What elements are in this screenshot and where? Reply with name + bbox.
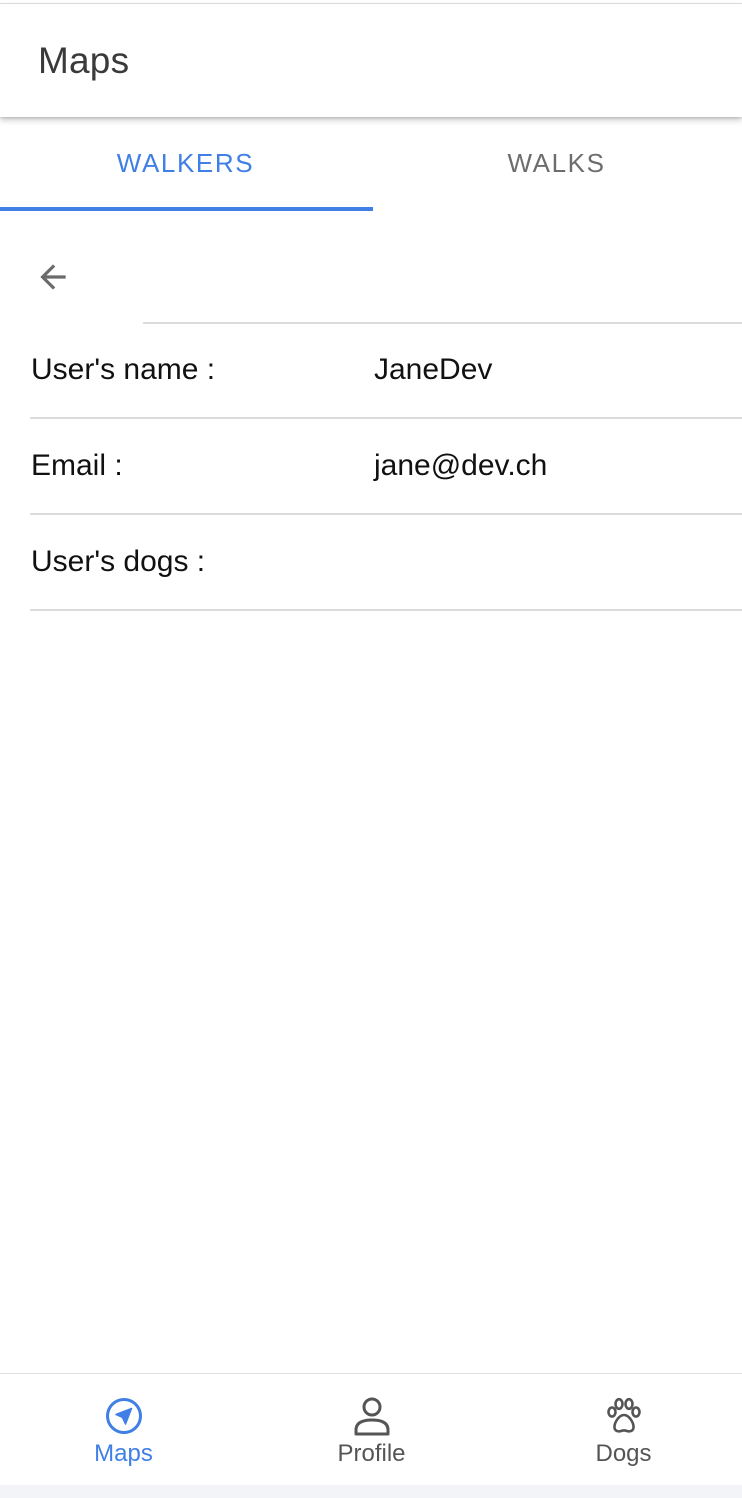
tab-bar: WALKERS WALKS (0, 117, 742, 213)
person-icon (354, 1397, 389, 1436)
email-value: jane@dev.ch (374, 449, 548, 482)
system-bottom-strip (0, 1485, 742, 1498)
nav-maps-label: Maps (94, 1440, 153, 1467)
app-header: Maps (0, 4, 742, 117)
user-name-label: User's name : (31, 353, 216, 386)
arrow-left-icon (40, 264, 66, 290)
detail-row-dogs: User's dogs : (0, 515, 742, 611)
email-label: Email : (31, 449, 123, 482)
app-root: Maps WALKERS WALKS User's name : JaneDev… (0, 0, 742, 1498)
user-dogs-label: User's dogs : (31, 545, 206, 578)
nav-profile[interactable]: Profile (248, 1374, 495, 1486)
detail-row-email: Email : jane@dev.ch (0, 419, 742, 515)
nav-dogs-label: Dogs (595, 1440, 652, 1467)
detail-row-name: User's name : JaneDev (0, 323, 742, 419)
user-details: User's name : JaneDev Email : jane@dev.c… (0, 323, 742, 611)
page-title: Maps (38, 40, 130, 81)
row-divider (30, 609, 742, 611)
tab-walks[interactable]: WALKS (371, 117, 742, 213)
bottom-navigation: Maps Profile Dogs (0, 1373, 742, 1485)
nav-profile-label: Profile (337, 1440, 406, 1467)
user-name-value: JaneDev (374, 353, 493, 386)
nav-dogs[interactable]: Dogs (500, 1374, 742, 1486)
back-button[interactable] (26, 253, 80, 301)
nav-maps[interactable]: Maps (0, 1374, 247, 1486)
detail-toolbar (0, 213, 742, 324)
navigation-icon (105, 1398, 142, 1434)
tab-walkers[interactable]: WALKERS (0, 117, 371, 213)
active-tab-indicator (0, 207, 373, 211)
paw-icon (606, 1397, 641, 1433)
